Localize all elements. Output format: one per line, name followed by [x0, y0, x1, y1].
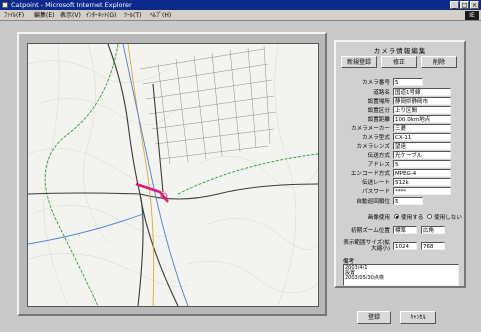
transmission-label: 伝送方式 — [367, 153, 390, 159]
transmission-field[interactable]: 光ケーブル — [393, 151, 451, 159]
menu-help[interactable]: ﾍﾙﾌﾟ(H) — [150, 10, 171, 21]
rate-field[interactable]: 512k — [393, 178, 451, 186]
notes-line: 2003/05/30点検 — [345, 275, 384, 282]
map-view[interactable] — [27, 43, 319, 307]
rate-label: 伝送レート — [362, 180, 390, 186]
location-field[interactable]: 静岡県静岡市 — [393, 97, 451, 105]
cancel-button[interactable]: ｷｬﾝｾﾙ — [400, 311, 436, 324]
encode-field[interactable]: MPEG-4 — [393, 169, 451, 177]
location-label: 設置場所 — [367, 99, 390, 105]
camera-no-field[interactable]: 5 — [393, 78, 423, 86]
map-canvas[interactable] — [28, 44, 318, 306]
distance-field[interactable]: 100.0km地点 — [393, 115, 451, 123]
usage-on-label: 使用する — [401, 215, 424, 221]
maximize-button[interactable]: □ — [460, 1, 469, 9]
address-field[interactable]: 5 — [393, 160, 451, 168]
road-name-field[interactable]: 国道1号線 — [393, 88, 451, 96]
usage-off-label: 使用しない — [434, 215, 462, 221]
maker-label: カメラメーカー — [351, 126, 390, 132]
window-title: Catpoint - Microsoft Internet Explorer — [11, 1, 132, 9]
menu-go[interactable]: ｲﾝﾀｰﾈｯﾄ(G) — [86, 10, 116, 21]
model-field[interactable]: CX-11 — [393, 133, 451, 141]
camera-info-panel: カメラ情報編集 新規登録 修正 削除 カメラ番号 5 道路名 国道1号線 設置場… — [334, 40, 466, 288]
display-field-2[interactable]: 768 — [421, 242, 445, 250]
patrol-order-field[interactable]: 5 — [393, 197, 423, 205]
delete-button[interactable]: 削除 — [421, 56, 457, 68]
preset-label: 初期ズーム位置 — [351, 228, 390, 234]
menu-tools[interactable]: ﾂｰﾙ(T) — [124, 10, 141, 21]
ie-logo: IE — [465, 11, 479, 20]
usage-off-radio[interactable] — [427, 214, 432, 219]
browser-icon — [2, 2, 8, 8]
title-bar: Catpoint - Microsoft Internet Explorer _… — [0, 0, 481, 10]
close-button[interactable]: × — [470, 1, 479, 9]
notes-textarea[interactable]: 2003/4/1 設置 2003/05/30点検 — [343, 264, 459, 286]
menu-view[interactable]: 表示(V) — [60, 10, 81, 21]
section-field[interactable]: 上り区間 — [393, 106, 451, 114]
model-label: カメラ型式 — [362, 135, 390, 141]
distance-label: 設置距離 — [367, 117, 390, 123]
section-label: 設置区分 — [367, 108, 390, 114]
password-label: パスワード — [362, 189, 390, 195]
edit-button[interactable]: 修正 — [381, 56, 417, 68]
password-field[interactable]: **** — [393, 187, 451, 195]
usage-label: 画像使用 — [367, 215, 390, 221]
preset-field-1[interactable]: 標準 — [393, 226, 417, 234]
panel-title: カメラ情報編集 — [373, 47, 427, 55]
camera-no-label: カメラ番号 — [362, 80, 390, 86]
patrol-order-label: 自動巡回順位 — [356, 199, 390, 205]
lens-field[interactable]: 望遠 — [393, 142, 451, 150]
encode-label: エンコード方式 — [350, 171, 390, 177]
minimize-button[interactable]: _ — [450, 1, 459, 9]
maker-field[interactable]: 三菱 — [393, 124, 451, 132]
road-name-label: 道路名 — [373, 90, 390, 96]
display-size-label: 表示範囲サイズ(拡大縮小) — [343, 240, 390, 252]
menu-edit[interactable]: 編集(E) — [34, 10, 54, 21]
new-button[interactable]: 新規登録 — [341, 56, 377, 68]
display-field-1[interactable]: 1024 — [393, 242, 417, 250]
menu-bar: ﾌｧｲﾙ(F) 編集(E) 表示(V) ｲﾝﾀｰﾈｯﾄ(G) ﾂｰﾙ(T) ﾍﾙ… — [0, 10, 481, 21]
menu-file[interactable]: ﾌｧｲﾙ(F) — [4, 10, 24, 21]
preset-field-2[interactable]: 広角 — [421, 226, 445, 234]
address-label: アドレス — [367, 162, 390, 168]
lens-label: カメラレンズ — [356, 144, 390, 150]
register-button[interactable]: 登録 — [357, 311, 391, 324]
usage-on-radio[interactable] — [394, 214, 399, 219]
window-controls: _ □ × — [450, 1, 479, 9]
